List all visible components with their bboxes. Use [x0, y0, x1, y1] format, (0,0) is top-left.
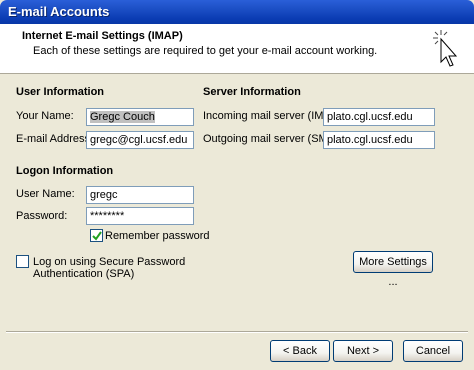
email-address-field[interactable]: gregc@cgl.ucsf.edu	[86, 131, 194, 149]
header-title: Internet E-mail Settings (IMAP)	[22, 30, 183, 42]
email-accounts-window: E-mail Accounts Internet E-mail Settings…	[0, 0, 474, 370]
email-address-label: E-mail Address:	[16, 133, 94, 145]
your-name-field[interactable]: Gregc Couch	[86, 108, 194, 126]
window-title: E-mail Accounts	[8, 4, 110, 19]
spa-label-line2: Authentication (SPA)	[33, 268, 135, 280]
spa-label-line1: Log on using Secure Password	[33, 256, 186, 268]
button-separator	[6, 331, 468, 333]
server-info-heading: Server Information	[203, 86, 301, 98]
password-label: Password:	[16, 210, 68, 222]
user-name-label: User Name:	[16, 188, 75, 200]
remember-password-checkbox[interactable]	[90, 229, 103, 242]
password-field[interactable]: ********	[86, 207, 194, 225]
outgoing-server-field[interactable]: plato.cgl.ucsf.edu	[323, 131, 435, 149]
header-subtitle: Each of these settings are required to g…	[33, 45, 378, 57]
wizard-header: Internet E-mail Settings (IMAP) Each of …	[0, 24, 474, 74]
next-button[interactable]: Next >	[333, 340, 393, 362]
user-info-heading: User Information	[16, 86, 105, 98]
wizard-cursor-icon	[433, 30, 458, 67]
more-settings-button[interactable]: More Settings ...	[353, 251, 433, 288]
incoming-server-field[interactable]: plato.cgl.ucsf.edu	[323, 108, 435, 126]
logon-info-heading: Logon Information	[16, 165, 114, 177]
cancel-button[interactable]: Cancel	[403, 340, 463, 362]
title-bar[interactable]: E-mail Accounts	[0, 0, 474, 24]
back-button[interactable]: < Back	[270, 340, 330, 362]
user-name-field[interactable]: gregc	[86, 186, 194, 204]
remember-password-label[interactable]: Remember password	[105, 230, 210, 242]
your-name-label: Your Name:	[16, 110, 74, 122]
spa-checkbox[interactable]	[16, 255, 29, 268]
spa-label[interactable]: Log on using Secure Password Authenticat…	[33, 256, 185, 280]
checkmark-icon	[92, 231, 102, 241]
